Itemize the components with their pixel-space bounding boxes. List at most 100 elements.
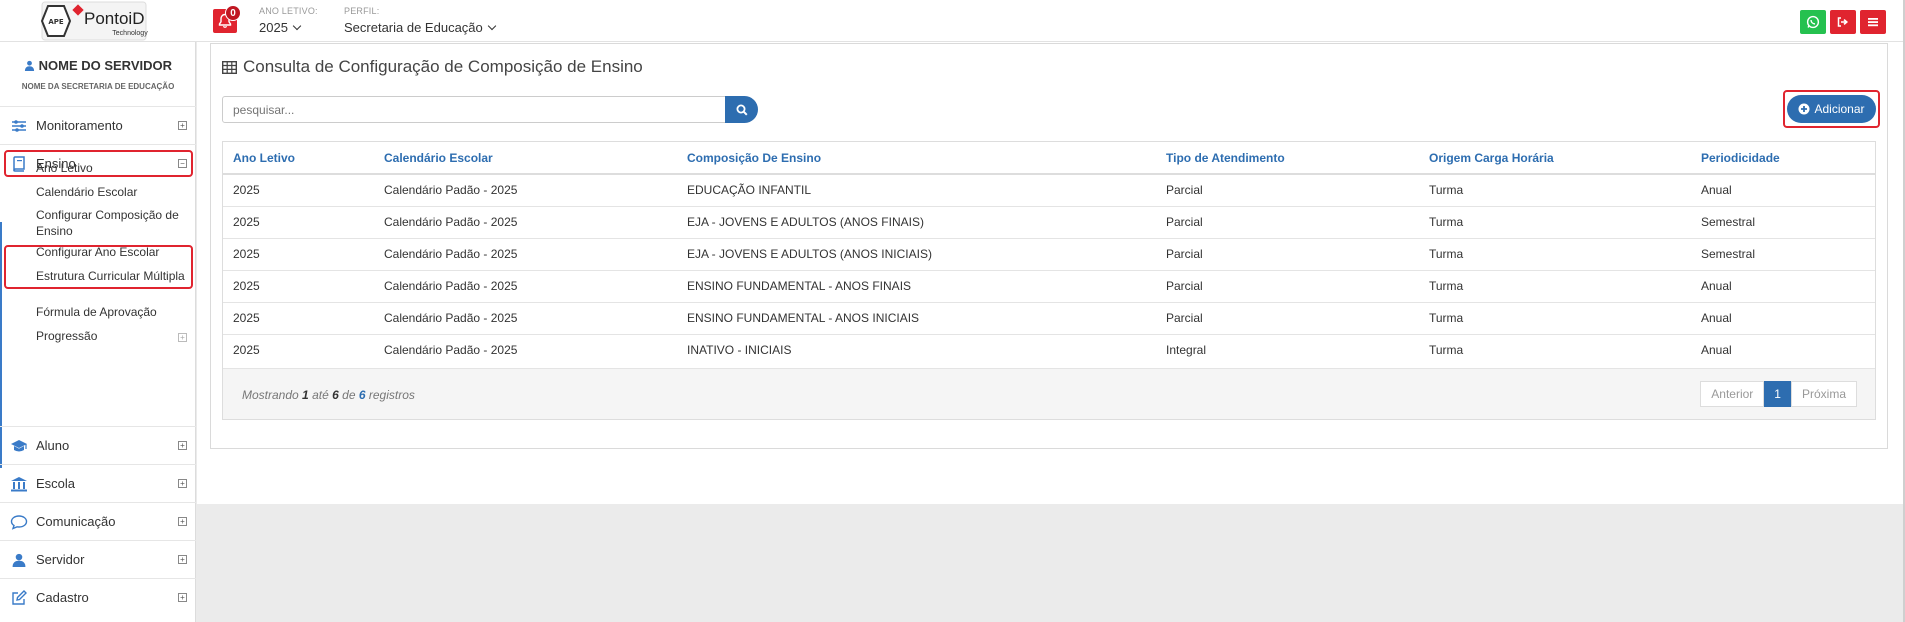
submenu-item-formula-aprovacao[interactable]: Fórmula de Aprovação [36, 304, 186, 320]
table-row[interactable]: 2025 Calendário Padão - 2025 EDUCAÇÃO IN… [223, 173, 1875, 206]
sidebar-item-label: Aluno [36, 438, 70, 453]
sidebar-item-label: Servidor [36, 552, 85, 567]
user-name: NOME DO SERVIDOR [0, 58, 196, 73]
pagination-page[interactable]: 1 [1764, 381, 1791, 407]
table-row[interactable]: 2025 Calendário Padão - 2025 ENSINO FUND… [223, 269, 1875, 302]
add-button-label: Adicionar [1814, 102, 1865, 116]
cell-tipo-atendimento: Parcial [1156, 269, 1419, 302]
ano-letivo-select[interactable]: 2025 [259, 20, 302, 35]
sidebar-item-servidor[interactable]: Servidor + [0, 540, 196, 578]
expand-icon[interactable]: + [178, 441, 187, 450]
logout-button[interactable] [1830, 10, 1856, 34]
chevron-down-icon [292, 21, 302, 31]
column-header-periodicidade[interactable]: Periodicidade [1691, 142, 1875, 175]
cell-calendario: Calendário Padão - 2025 [374, 205, 677, 238]
logo[interactable]: APE PontoiD Technology [34, 0, 154, 42]
table-row[interactable]: 2025 Calendário Padão - 2025 ENSINO FUND… [223, 301, 1875, 334]
expand-icon[interactable]: + [178, 555, 187, 564]
logo-subtext: Technology [112, 30, 148, 37]
cell-composicao: ENSINO FUNDAMENTAL - ANOS INICIAIS [677, 301, 1156, 334]
expand-icon[interactable]: + [178, 479, 187, 488]
cell-origem-carga: Turma [1419, 173, 1691, 206]
column-header-origem-carga[interactable]: Origem Carga Horária [1419, 142, 1691, 175]
expand-icon[interactable]: + [178, 517, 187, 526]
search-button[interactable] [725, 96, 758, 123]
ano-letivo-label: ANO LETIVO: [259, 6, 318, 16]
cell-periodicidade: Anual [1691, 333, 1875, 366]
column-header-composicao[interactable]: Composição De Ensino [677, 142, 1156, 175]
sidebar-item-escola[interactable]: Escola + [0, 464, 196, 502]
sidebar-item-label: Comunicação [36, 514, 116, 529]
user-icon [24, 60, 35, 71]
submenu-item-configurar-composicao[interactable]: Configurar Composição de Ensino [36, 207, 186, 239]
column-header-ano-letivo[interactable]: Ano Letivo [223, 142, 374, 175]
cell-periodicidade: Semestral [1691, 205, 1875, 238]
expand-icon[interactable]: + [178, 333, 187, 342]
table-header-row: Ano Letivo Calendário Escolar Composição… [223, 142, 1875, 175]
submenu-item-progressao[interactable]: Progressão [36, 328, 186, 344]
cell-composicao: INATIVO - INICIAIS [677, 333, 1156, 366]
ano-letivo-value: 2025 [259, 20, 288, 35]
logo-badge: APE [48, 18, 64, 26]
expand-icon[interactable]: + [178, 121, 187, 130]
menu-button[interactable] [1860, 10, 1886, 34]
cell-composicao: EJA - JOVENS E ADULTOS (ANOS FINAIS) [677, 205, 1156, 238]
cell-composicao: ENSINO FUNDAMENTAL - ANOS FINAIS [677, 269, 1156, 302]
cell-composicao: EDUCAÇÃO INFANTIL [677, 173, 1156, 206]
column-header-calendario[interactable]: Calendário Escolar [374, 142, 677, 175]
search-input[interactable] [222, 96, 726, 123]
user-icon [10, 551, 28, 569]
whatsapp-icon [1806, 15, 1820, 29]
data-table: Ano Letivo Calendário Escolar Composição… [222, 141, 1876, 420]
cell-tipo-atendimento: Parcial [1156, 301, 1419, 334]
submenu-item-calendario-escolar[interactable]: Calendário Escolar [36, 184, 186, 200]
sidebar-item-label: Escola [36, 476, 76, 491]
pagination-next[interactable]: Próxima [1790, 381, 1857, 407]
records-info: Mostrando 1 até 6 de 6 registros [242, 388, 415, 402]
table-row[interactable]: 2025 Calendário Padão - 2025 EJA - JOVEN… [223, 237, 1875, 270]
info-from: 1 [302, 388, 309, 402]
cell-ano-letivo: 2025 [223, 301, 374, 334]
cell-calendario: Calendário Padão - 2025 [374, 333, 677, 366]
perfil-label: PERFIL: [344, 6, 380, 16]
cell-tipo-atendimento: Parcial [1156, 237, 1419, 270]
hamburger-icon [1868, 18, 1878, 27]
table-row[interactable]: 2025 Calendário Padão - 2025 EJA - JOVEN… [223, 205, 1875, 238]
cell-ano-letivo: 2025 [223, 205, 374, 238]
sidebar: NOME DO SERVIDOR NOME DA SECRETARIA DE E… [0, 42, 196, 622]
expand-icon[interactable]: + [178, 593, 187, 602]
graduation-cap-icon [10, 437, 28, 455]
cell-origem-carga: Turma [1419, 333, 1691, 366]
cell-periodicidade: Anual [1691, 301, 1875, 334]
sidebar-item-aluno[interactable]: Aluno + [0, 426, 196, 464]
add-button[interactable]: Adicionar [1787, 95, 1876, 123]
highlight-ensino [4, 150, 193, 177]
info-to: 6 [332, 388, 339, 402]
sidebar-item-label: Cadastro [36, 590, 89, 605]
cell-tipo-atendimento: Parcial [1156, 173, 1419, 206]
highlight-configurar-composicao [4, 245, 193, 289]
user-name-text: NOME DO SERVIDOR [38, 58, 172, 73]
cell-calendario: Calendário Padão - 2025 [374, 237, 677, 270]
cell-ano-letivo: 2025 [223, 237, 374, 270]
table-row[interactable]: 2025 Calendário Padão - 2025 INATIVO - I… [223, 333, 1875, 366]
cell-ano-letivo: 2025 [223, 173, 374, 206]
pagination-previous[interactable]: Anterior [1700, 381, 1765, 407]
info-suffix: registros [368, 388, 415, 402]
cell-periodicidade: Anual [1691, 269, 1875, 302]
cell-origem-carga: Turma [1419, 301, 1691, 334]
pagination: Anterior 1 Próxima [1700, 381, 1857, 407]
page-title-text: Consulta de Configuração de Composição d… [243, 57, 643, 76]
info-mid1: até [312, 388, 329, 402]
table-icon [222, 60, 237, 74]
cell-origem-carga: Turma [1419, 269, 1691, 302]
whatsapp-button[interactable] [1800, 10, 1826, 34]
search-icon [736, 104, 748, 116]
sidebar-item-cadastro[interactable]: Cadastro + [0, 578, 196, 616]
column-header-tipo-atendimento[interactable]: Tipo de Atendimento [1156, 142, 1419, 175]
page-title: Consulta de Configuração de Composição d… [222, 57, 643, 77]
sidebar-item-comunicacao[interactable]: Comunicação + [0, 502, 196, 540]
sidebar-item-monitoramento[interactable]: Monitoramento + [0, 106, 196, 144]
org-name: NOME DA SECRETARIA DE EDUCAÇÃO [21, 82, 175, 91]
perfil-select[interactable]: Secretaria de Educação [344, 20, 497, 35]
